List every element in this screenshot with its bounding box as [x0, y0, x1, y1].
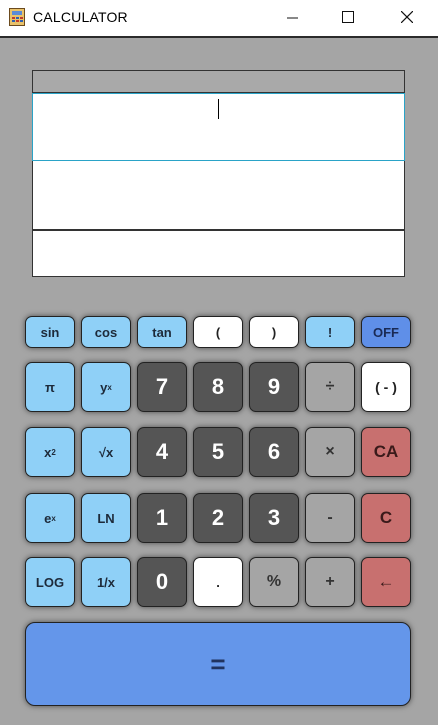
- equals-button[interactable]: =: [25, 622, 411, 706]
- minimize-icon: [286, 17, 298, 18]
- calculator-app-icon: [9, 8, 25, 26]
- digit-2-button[interactable]: 2: [193, 493, 243, 543]
- power-superscript: x: [107, 382, 112, 392]
- exp-label: e: [44, 510, 52, 526]
- digit-7-button[interactable]: 7: [137, 362, 187, 412]
- display-header: [32, 70, 405, 93]
- square-superscript: 2: [51, 447, 56, 457]
- decimal-button[interactable]: .: [193, 557, 243, 607]
- negate-button[interactable]: ( - ): [361, 362, 411, 412]
- minimize-button[interactable]: [269, 0, 315, 34]
- text-cursor: [218, 99, 219, 119]
- add-button[interactable]: +: [305, 557, 355, 607]
- backspace-button[interactable]: ←: [361, 557, 411, 607]
- calculator-body: sin cos tan ( ) ! OFF π yx 7 8 9 ÷ ( - )…: [0, 36, 438, 725]
- percent-button[interactable]: %: [249, 557, 299, 607]
- close-paren-button[interactable]: ): [249, 316, 299, 348]
- window-title: CALCULATOR: [33, 9, 128, 25]
- cos-button[interactable]: cos: [81, 316, 131, 348]
- off-button[interactable]: OFF: [361, 316, 411, 348]
- reciprocal-button[interactable]: 1/x: [81, 557, 131, 607]
- power-button[interactable]: yx: [81, 362, 131, 412]
- ln-button[interactable]: LN: [81, 493, 131, 543]
- sqrt-button[interactable]: √x: [81, 427, 131, 477]
- clear-button[interactable]: C: [361, 493, 411, 543]
- maximize-icon: [342, 11, 354, 23]
- result-display: [32, 230, 405, 277]
- multiply-button[interactable]: ×: [305, 427, 355, 477]
- secondary-display: [32, 161, 405, 230]
- exp-superscript: x: [51, 513, 56, 523]
- maximize-button[interactable]: [325, 0, 371, 34]
- digit-3-button[interactable]: 3: [249, 493, 299, 543]
- subtract-button[interactable]: -: [305, 493, 355, 543]
- power-label: y: [100, 379, 108, 395]
- log-button[interactable]: LOG: [25, 557, 75, 607]
- title-bar: CALCULATOR: [0, 0, 438, 36]
- square-button[interactable]: x2: [25, 427, 75, 477]
- divide-button[interactable]: ÷: [305, 362, 355, 412]
- digit-4-button[interactable]: 4: [137, 427, 187, 477]
- digit-5-button[interactable]: 5: [193, 427, 243, 477]
- close-icon: [401, 11, 413, 23]
- digit-1-button[interactable]: 1: [137, 493, 187, 543]
- square-label: x: [44, 444, 52, 460]
- factorial-button[interactable]: !: [305, 316, 355, 348]
- pi-button[interactable]: π: [25, 362, 75, 412]
- digit-9-button[interactable]: 9: [249, 362, 299, 412]
- digit-0-button[interactable]: 0: [137, 557, 187, 607]
- digit-6-button[interactable]: 6: [249, 427, 299, 477]
- tan-button[interactable]: tan: [137, 316, 187, 348]
- exp-button[interactable]: ex: [25, 493, 75, 543]
- digit-8-button[interactable]: 8: [193, 362, 243, 412]
- expression-input[interactable]: [32, 93, 405, 161]
- close-button[interactable]: [384, 0, 430, 34]
- sin-button[interactable]: sin: [25, 316, 75, 348]
- open-paren-button[interactable]: (: [193, 316, 243, 348]
- clear-all-button[interactable]: CA: [361, 427, 411, 477]
